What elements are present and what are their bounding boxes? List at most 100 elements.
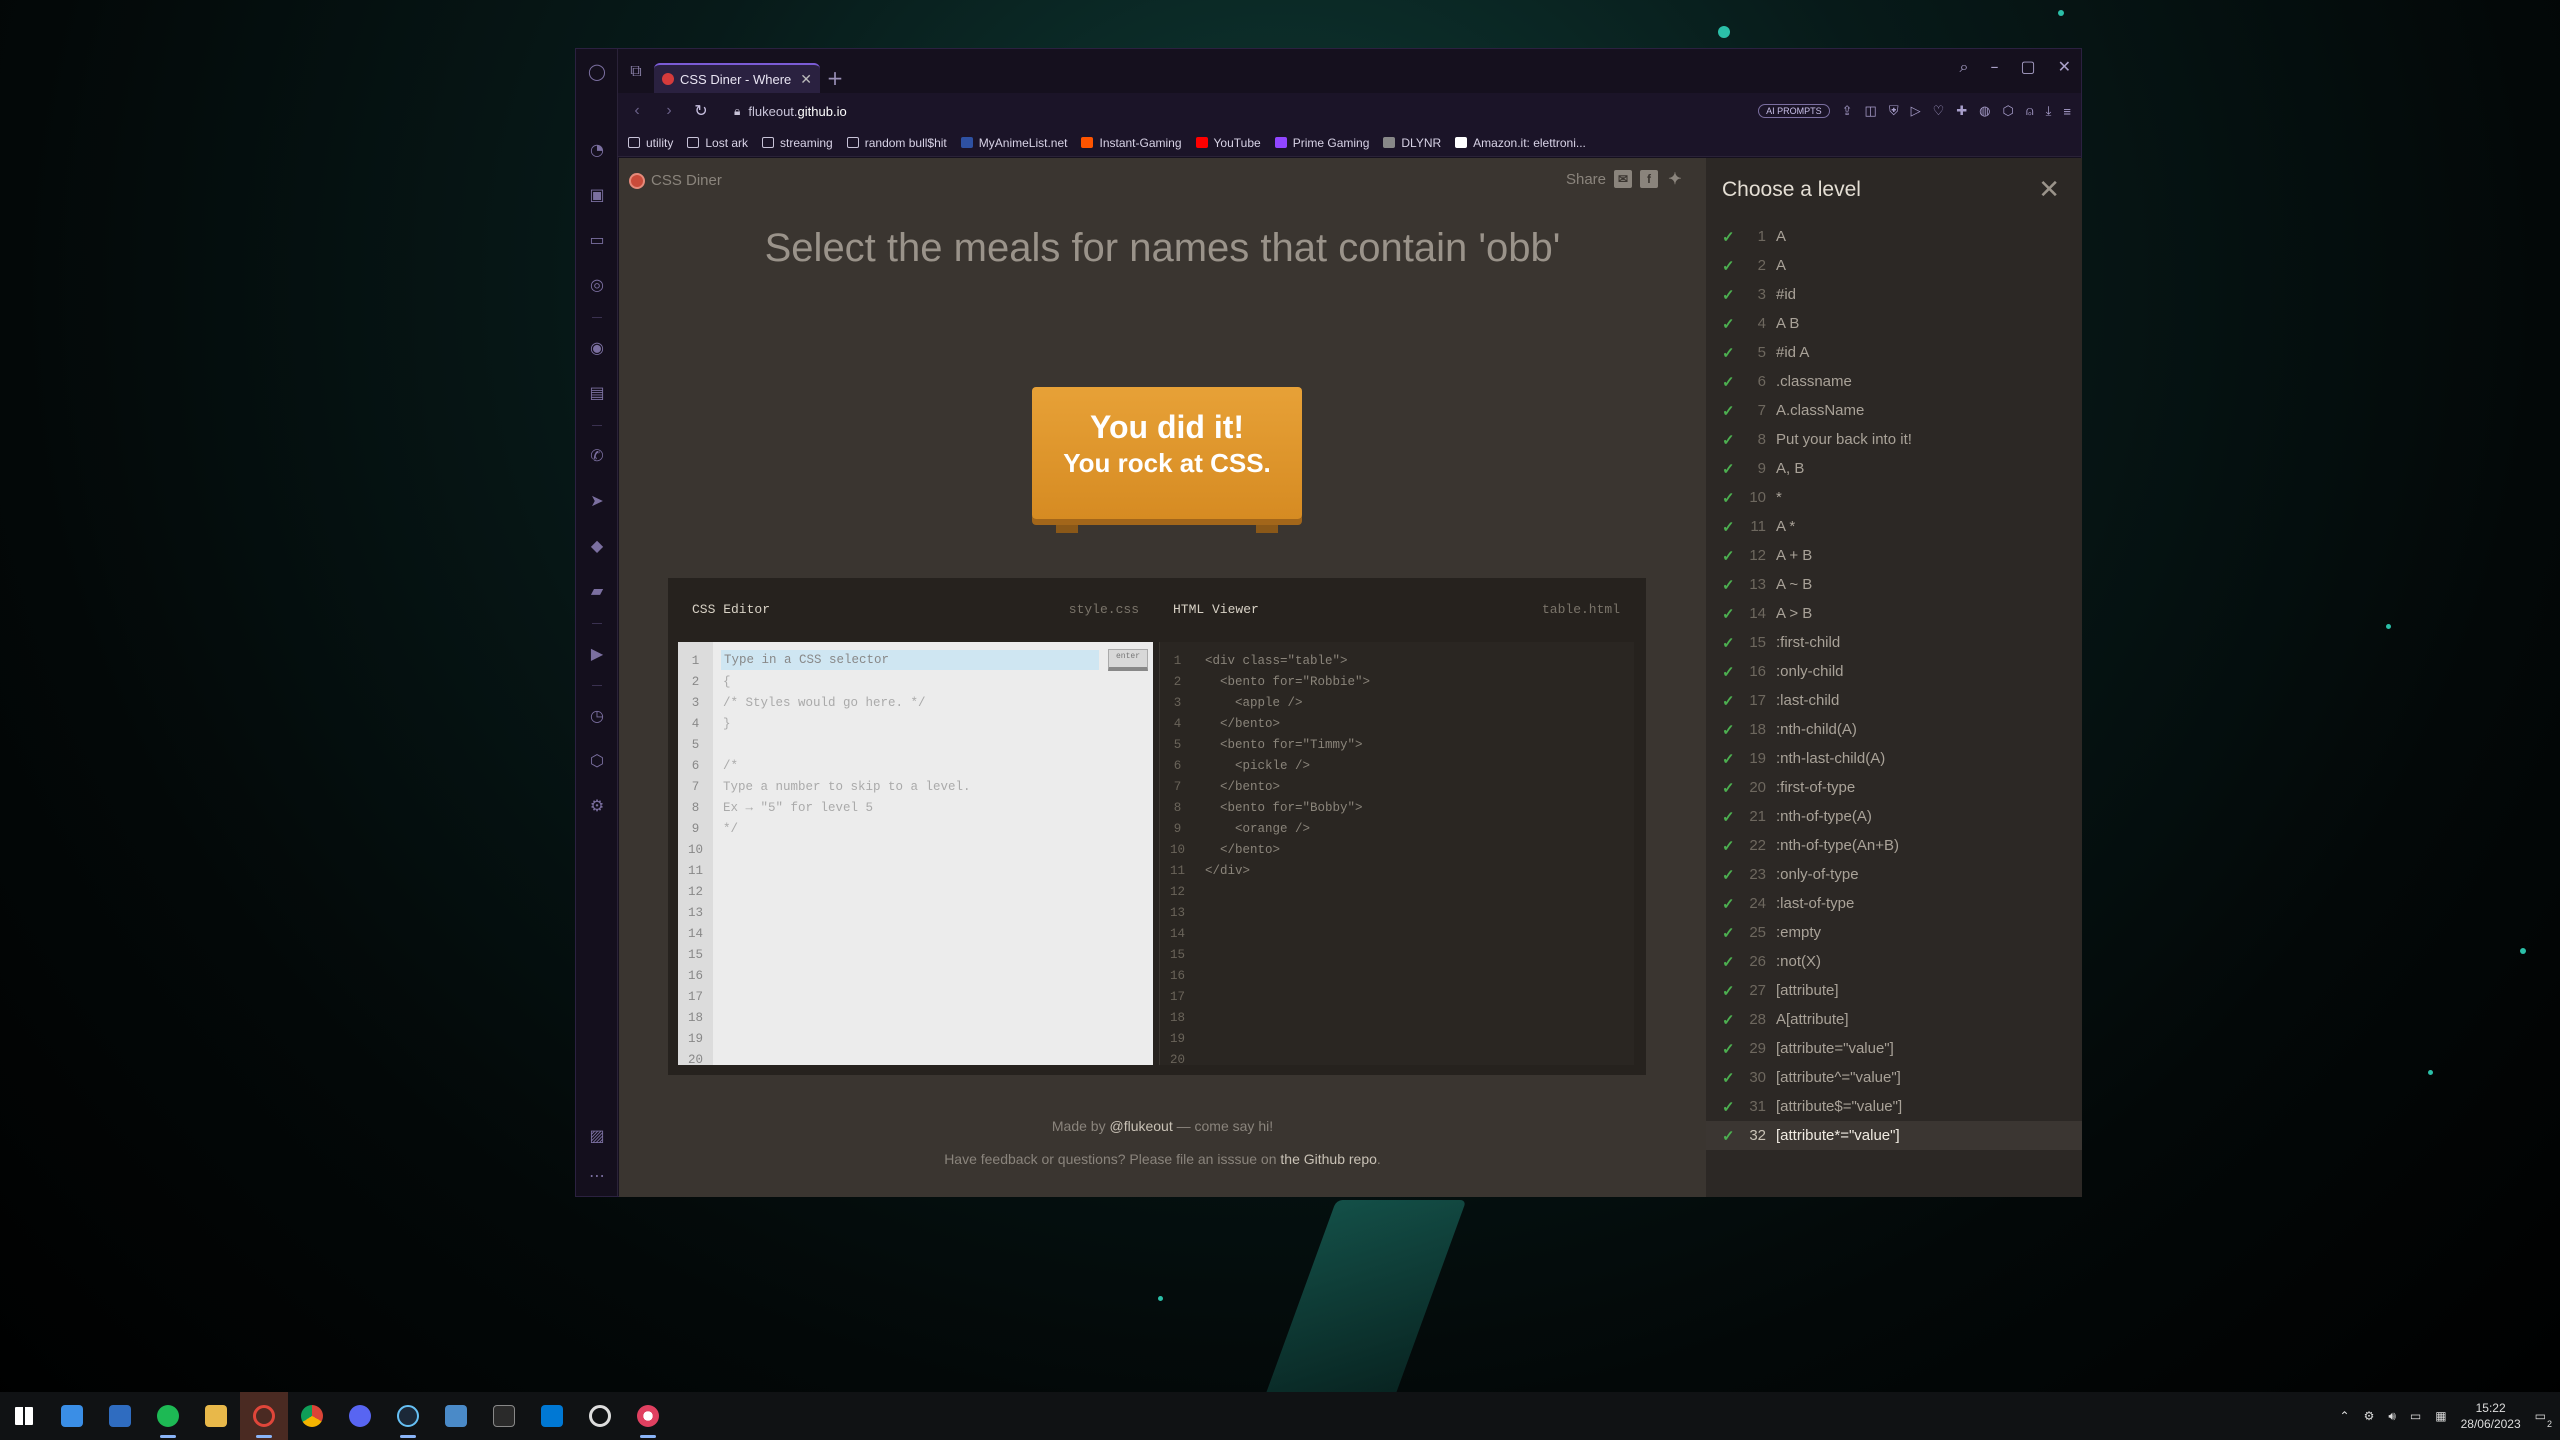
- account-extension-icon[interactable]: ◍: [1979, 103, 1990, 119]
- level-item[interactable]: ✓ 22:nth-of-type(An+B): [1706, 831, 2082, 860]
- back-icon[interactable]: ‹: [628, 102, 646, 120]
- site-header[interactable]: CSS Diner: [629, 172, 722, 189]
- download-icon[interactable]: ⤓: [2046, 103, 2052, 119]
- chrome-icon[interactable]: [288, 1392, 336, 1440]
- level-item[interactable]: ✓ 19:nth-last-child(A): [1706, 744, 2082, 773]
- menu-icon[interactable]: ≡: [2063, 104, 2071, 119]
- close-tab-icon[interactable]: ✕: [800, 71, 812, 88]
- level-item[interactable]: ✓ 5 #id A: [1706, 338, 2082, 367]
- level-item[interactable]: ✓ 24:last-of-type: [1706, 889, 2082, 918]
- bookmark-item[interactable]: Amazon.it: elettroni...: [1455, 136, 1586, 150]
- heart-icon[interactable]: ♡: [1933, 103, 1945, 119]
- ai-prompts-button[interactable]: AI PROMPTS: [1758, 104, 1830, 118]
- minimize-icon[interactable]: –: [1990, 57, 1998, 77]
- level-item[interactable]: ✓ 20:first-of-type: [1706, 773, 2082, 802]
- epic-games-icon[interactable]: [480, 1392, 528, 1440]
- bookmark-item[interactable]: streaming: [762, 136, 833, 150]
- cube-icon[interactable]: ⬡: [2002, 103, 2013, 119]
- level-item[interactable]: ✓ 4 A B: [1706, 309, 2082, 338]
- twitch-icon[interactable]: ▭: [587, 229, 607, 249]
- new-tab-button[interactable]: +: [820, 63, 850, 93]
- twitter-icon[interactable]: ◆: [587, 535, 607, 555]
- bookmark-item[interactable]: Prime Gaming: [1274, 136, 1369, 150]
- volume-icon[interactable]: 🔊︎: [2388, 1409, 2396, 1424]
- clock[interactable]: 15:22 28/06/2023: [2461, 1400, 2521, 1432]
- level-item[interactable]: ✓ 17:last-child: [1706, 686, 2082, 715]
- level-item[interactable]: ✓ 11 A *: [1706, 512, 2082, 541]
- bookmark-item[interactable]: Instant-Gaming: [1081, 136, 1182, 150]
- opera-icon[interactable]: [624, 1392, 672, 1440]
- gaming-icon[interactable]: ▣: [587, 184, 607, 204]
- whatsapp-icon[interactable]: ✆: [587, 445, 607, 465]
- level-item[interactable]: ✓ 6 .classname: [1706, 367, 2082, 396]
- level-item[interactable]: ✓ 14 A > B: [1706, 599, 2082, 628]
- search-tabs-icon[interactable]: ⌕: [1960, 57, 1969, 77]
- send-icon[interactable]: ▷: [1911, 103, 1921, 119]
- level-item[interactable]: ✓ 13 A ~ B: [1706, 570, 2082, 599]
- bookmark-item[interactable]: MyAnimeList.net: [960, 136, 1067, 150]
- settings-icon[interactable]: ⚙: [587, 795, 607, 815]
- level-item[interactable]: ✓ 12 A + B: [1706, 541, 2082, 570]
- close-level-menu-icon[interactable]: ✕: [2038, 174, 2060, 205]
- level-item[interactable]: ✓ 7 A.className: [1706, 396, 2082, 425]
- profile-icon[interactable]: ⍝: [2026, 103, 2034, 119]
- level-item[interactable]: ✓ 15:first-child: [1706, 628, 2082, 657]
- snapshot-icon[interactable]: ◫: [1865, 103, 1877, 119]
- level-item[interactable]: ✓ 8 Put your back into it!: [1706, 425, 2082, 454]
- facebook-icon[interactable]: f: [1640, 170, 1658, 188]
- messenger-icon[interactable]: ◉: [587, 337, 607, 357]
- level-item[interactable]: ✓ 10 *: [1706, 483, 2082, 512]
- author-link[interactable]: @flukeout: [1109, 1118, 1172, 1134]
- level-item[interactable]: ✓ 21:nth-of-type(A): [1706, 802, 2082, 831]
- chevron-up-icon[interactable]: ⌃: [2340, 1409, 2350, 1423]
- bookmark-item[interactable]: random bull$hit: [846, 136, 947, 150]
- level-item[interactable]: ✓ 32 [attribute*="value"]: [1706, 1121, 2082, 1150]
- store-icon[interactable]: [48, 1392, 96, 1440]
- level-item[interactable]: ✓ 29 [attribute="value"]: [1706, 1034, 2082, 1063]
- shield-icon[interactable]: ⛨: [1889, 103, 1899, 119]
- vscode-icon[interactable]: [528, 1392, 576, 1440]
- discord-icon[interactable]: ▰: [587, 580, 607, 600]
- level-item[interactable]: ✓ 28 A[attribute]: [1706, 1005, 2082, 1034]
- extension-icon[interactable]: ✚: [1956, 103, 1967, 119]
- calendar-tray-icon[interactable]: ▦: [2435, 1409, 2446, 1423]
- level-item[interactable]: ✓ 3 #id: [1706, 280, 2082, 309]
- file-explorer-icon[interactable]: [192, 1392, 240, 1440]
- twitch-app-icon[interactable]: ▤: [587, 382, 607, 402]
- history-icon[interactable]: ◷: [587, 705, 607, 725]
- email-icon[interactable]: ✉: [1614, 170, 1632, 188]
- player-icon[interactable]: ▶: [587, 643, 607, 663]
- github-repo-link[interactable]: the Github repo: [1280, 1151, 1377, 1167]
- share-page-icon[interactable]: ⇪: [1842, 103, 1853, 119]
- discord-taskbar-icon[interactable]: [336, 1392, 384, 1440]
- level-item[interactable]: ✓ 25:empty: [1706, 918, 2082, 947]
- level-item[interactable]: ✓ 2 A: [1706, 251, 2082, 280]
- close-window-icon[interactable]: ✕: [2058, 57, 2071, 77]
- level-item[interactable]: ✓ 27 [attribute]: [1706, 976, 2082, 1005]
- speed-dial-icon[interactable]: ◔: [587, 139, 607, 159]
- maximize-icon[interactable]: ▢: [2020, 57, 2035, 77]
- opera-gx-icon[interactable]: [240, 1392, 288, 1440]
- browser-logo-icon[interactable]: ◯: [587, 61, 607, 81]
- level-item[interactable]: ✓ 26:not(X): [1706, 947, 2082, 976]
- bookmark-item[interactable]: utility: [628, 136, 673, 150]
- level-item[interactable]: ✓ 1 A: [1706, 222, 2082, 251]
- forward-icon[interactable]: ›: [660, 102, 678, 120]
- bookmark-item[interactable]: YouTube: [1195, 136, 1261, 150]
- html-markup[interactable]: <div class="table"> <bento for="Robbie">…: [1205, 651, 1626, 882]
- steam-icon[interactable]: [384, 1392, 432, 1440]
- start-icon[interactable]: [0, 1392, 48, 1440]
- tab-list-icon[interactable]: ⧉: [618, 53, 654, 89]
- network-icon[interactable]: ▭: [2410, 1409, 2421, 1423]
- level-item[interactable]: ✓ 31 [attribute$="value"]: [1706, 1092, 2082, 1121]
- extensions-icon[interactable]: ⬡: [587, 750, 607, 770]
- level-item[interactable]: ✓ 30 [attribute^="value"]: [1706, 1063, 2082, 1092]
- more-icon[interactable]: ⋯: [587, 1165, 607, 1185]
- bookmark-item[interactable]: Lost ark: [687, 136, 748, 150]
- notification-icon[interactable]: ▭ 2: [2535, 1409, 2552, 1429]
- css-selector-input[interactable]: [721, 650, 1099, 670]
- mail-icon[interactable]: [96, 1392, 144, 1440]
- level-item[interactable]: ✓ 23:only-of-type: [1706, 860, 2082, 889]
- instagram-icon[interactable]: ◎: [587, 274, 607, 294]
- url-field[interactable]: 🔒︎ flukeout.github.io: [734, 104, 847, 119]
